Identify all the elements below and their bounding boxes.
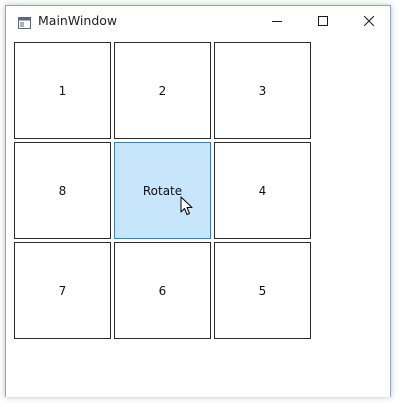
tile-button-1[interactable]: 1	[14, 42, 111, 139]
tile-label: 4	[258, 183, 267, 198]
tile-button-7[interactable]: 7	[14, 242, 111, 339]
tile-button-5[interactable]: 5	[214, 242, 311, 339]
client-area: 1 2 3 8 Rotate 4 7 6 5	[6, 36, 390, 397]
maximize-button[interactable]	[300, 6, 346, 35]
tile-label: 8	[58, 183, 67, 198]
title-bar[interactable]: MainWindow	[6, 6, 390, 36]
tile-button-8[interactable]: 8	[14, 142, 111, 239]
tile-label: 2	[158, 83, 167, 98]
main-window: MainWindow 1 2 3 8 Rotate 4 7 6 5	[5, 5, 391, 397]
tile-label: 3	[258, 83, 267, 98]
tile-label: 6	[158, 283, 167, 298]
maximize-icon	[318, 11, 328, 30]
window-app-icon[interactable]	[18, 14, 31, 29]
tile-button-2[interactable]: 2	[114, 42, 211, 139]
tile-button-4[interactable]: 4	[214, 142, 311, 239]
tile-label: 1	[58, 83, 67, 98]
rotate-button[interactable]: Rotate	[114, 142, 211, 239]
close-icon	[363, 11, 375, 30]
rotate-label: Rotate	[142, 183, 183, 198]
minimize-button[interactable]	[254, 6, 300, 35]
tile-button-3[interactable]: 3	[214, 42, 311, 139]
close-button[interactable]	[346, 6, 392, 35]
minimize-icon	[272, 11, 282, 30]
tile-label: 5	[258, 283, 267, 298]
tile-button-6[interactable]: 6	[114, 242, 211, 339]
window-title: MainWindow	[38, 13, 118, 28]
tile-label: 7	[58, 283, 67, 298]
